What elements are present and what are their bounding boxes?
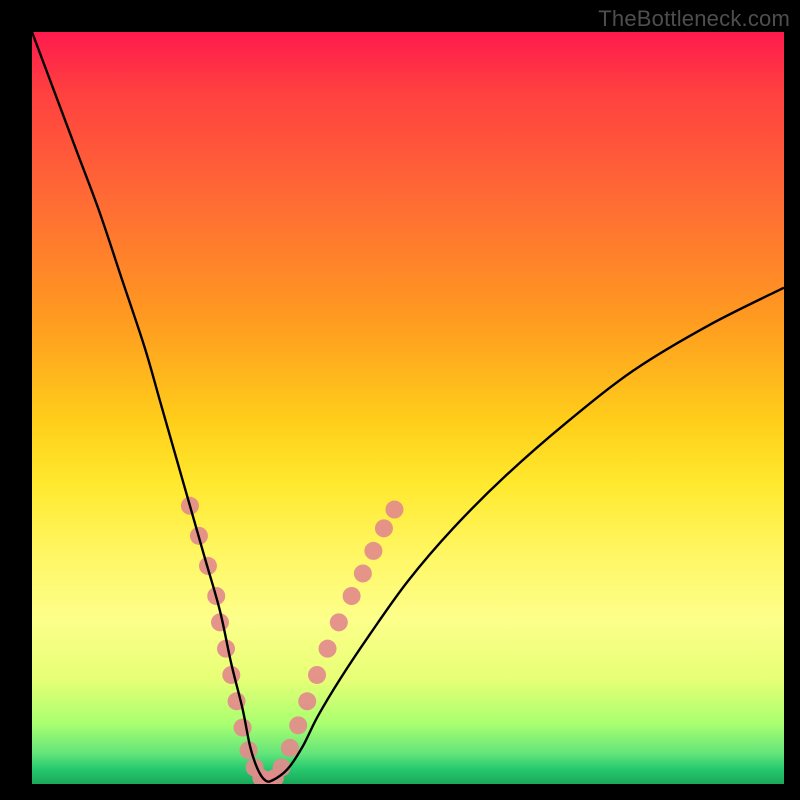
highlight-dot	[308, 666, 326, 684]
highlight-dot	[234, 719, 252, 737]
plot-area	[32, 32, 784, 784]
highlight-dot	[364, 542, 382, 560]
highlight-dot	[330, 613, 348, 631]
watermark-text: TheBottleneck.com	[598, 6, 790, 32]
highlight-dot	[343, 587, 361, 605]
highlight-dot	[375, 519, 393, 537]
highlight-dot	[289, 716, 307, 734]
chart-svg	[32, 32, 784, 784]
highlight-dot	[298, 692, 316, 710]
highlight-dot	[319, 640, 337, 658]
highlight-dot	[354, 564, 372, 582]
highlight-dot	[281, 739, 299, 757]
bottleneck-curve	[32, 32, 784, 782]
chart-frame: TheBottleneck.com	[0, 0, 800, 800]
markers-layer	[181, 497, 404, 784]
highlight-dot	[385, 501, 403, 519]
